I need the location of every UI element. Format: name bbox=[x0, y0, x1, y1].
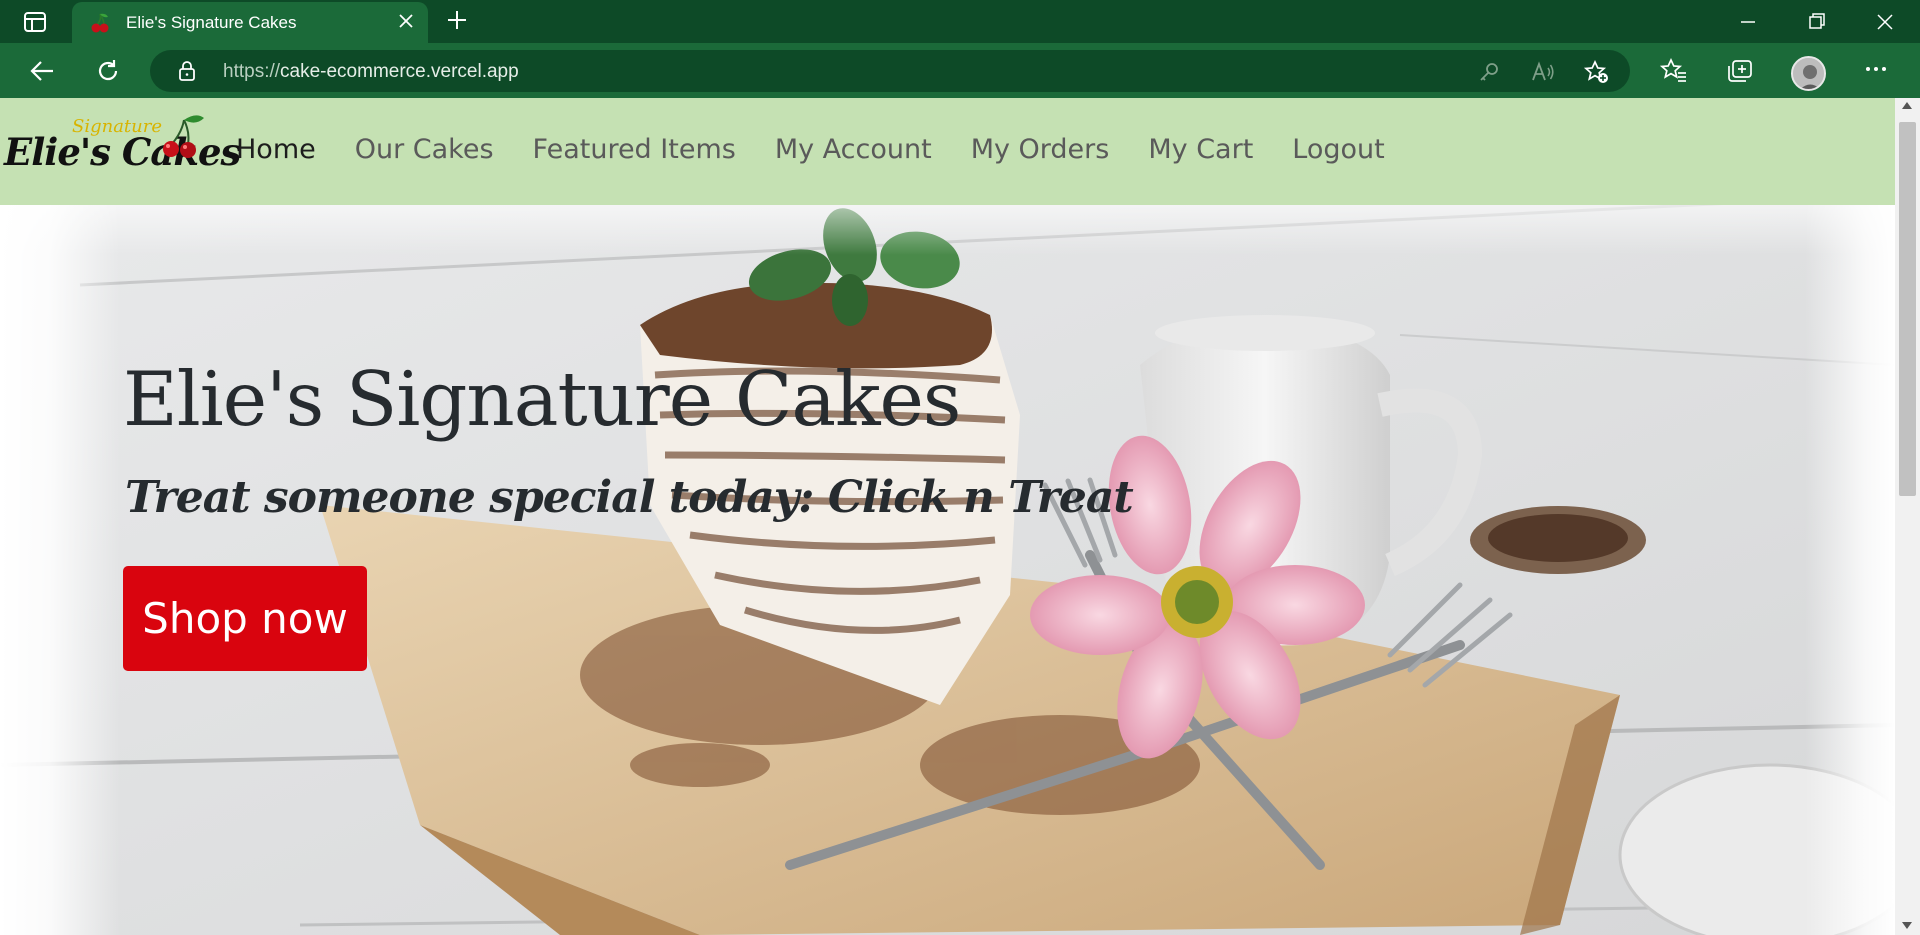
nav-logout-link[interactable]: Logout bbox=[1292, 134, 1384, 165]
hero-title: Elie's Signature Cakes bbox=[123, 355, 961, 443]
browser-tab-bar: Elie's Signature Cakes bbox=[0, 0, 1920, 43]
hero-banner: Elie's Signature Cakes Treat someone spe… bbox=[0, 205, 1895, 935]
key-icon[interactable] bbox=[1476, 59, 1502, 85]
read-aloud-icon[interactable] bbox=[1530, 59, 1556, 85]
nav-my-account-link[interactable]: My Account bbox=[775, 134, 932, 165]
browser-tab[interactable]: Elie's Signature Cakes bbox=[72, 2, 428, 43]
tab-close-icon[interactable] bbox=[394, 11, 418, 35]
page-viewport: Signature Elie's Cakes Home Our Cakes Fe… bbox=[0, 98, 1920, 935]
more-icon[interactable] bbox=[1860, 56, 1892, 88]
collections-icon[interactable] bbox=[1724, 55, 1756, 87]
tab-actions-icon[interactable] bbox=[14, 10, 56, 34]
nav-links: Home Our Cakes Featured Items My Account… bbox=[236, 134, 1424, 165]
window-close-icon[interactable] bbox=[1870, 8, 1900, 36]
tab-title: Elie's Signature Cakes bbox=[126, 13, 297, 32]
minimize-icon[interactable] bbox=[1733, 8, 1763, 36]
back-arrow-icon[interactable] bbox=[26, 55, 58, 87]
cherry-icon bbox=[91, 13, 109, 33]
site-navbar: Signature Elie's Cakes Home Our Cakes Fe… bbox=[0, 98, 1895, 205]
lock-icon[interactable] bbox=[176, 60, 198, 82]
nav-home-link[interactable]: Home bbox=[236, 134, 316, 165]
site-logo[interactable]: Signature Elie's Cakes bbox=[4, 114, 241, 190]
star-add-icon[interactable] bbox=[1584, 59, 1610, 85]
hero-subtitle: Treat someone special today: Click n Tre… bbox=[125, 472, 1134, 523]
url-text[interactable]: https://cake-ecommerce.vercel.app bbox=[223, 61, 519, 83]
address-bar[interactable]: https://cake-ecommerce.vercel.app bbox=[150, 50, 1630, 92]
reload-icon[interactable] bbox=[92, 55, 124, 87]
nav-featured-items-link[interactable]: Featured Items bbox=[533, 134, 736, 165]
shop-now-button[interactable]: Shop now bbox=[123, 566, 367, 671]
favorites-icon[interactable] bbox=[1658, 55, 1690, 87]
new-tab-button[interactable] bbox=[444, 9, 470, 35]
browser-toolbar: https://cake-ecommerce.vercel.app bbox=[0, 43, 1920, 98]
page-scrollbar[interactable] bbox=[1895, 98, 1920, 935]
nav-our-cakes-link[interactable]: Our Cakes bbox=[355, 134, 494, 165]
scrollbar-thumb[interactable] bbox=[1899, 122, 1916, 496]
restore-icon[interactable] bbox=[1802, 8, 1832, 36]
nav-my-orders-link[interactable]: My Orders bbox=[971, 134, 1110, 165]
scroll-up-arrow-icon[interactable] bbox=[1902, 102, 1912, 109]
scroll-down-arrow-icon[interactable] bbox=[1902, 922, 1912, 929]
cherry-icon bbox=[163, 115, 204, 158]
nav-my-cart-link[interactable]: My Cart bbox=[1148, 134, 1253, 165]
avatar-icon[interactable] bbox=[1791, 56, 1826, 91]
